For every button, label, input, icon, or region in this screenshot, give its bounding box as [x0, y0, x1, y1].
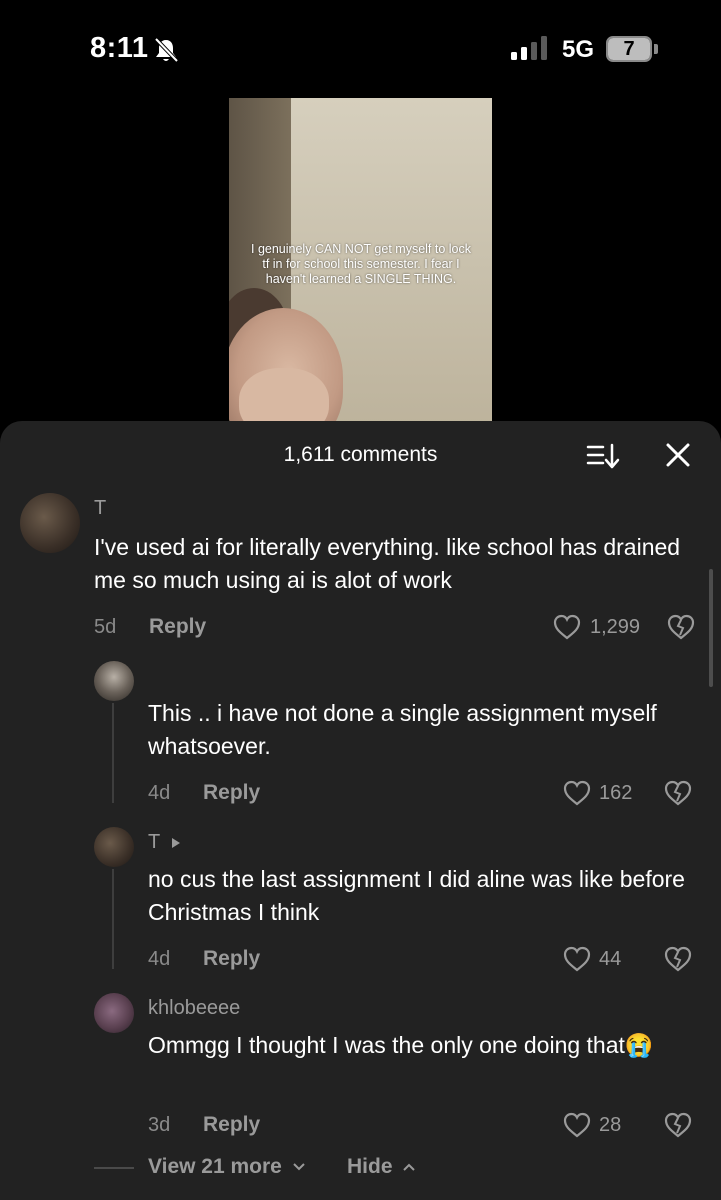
comment-text: Ommgg I thought I was the only one doing… — [148, 1029, 688, 1062]
reply-item: T no cus the last assignment I did aline… — [0, 827, 721, 977]
hide-replies-button[interactable]: Hide — [347, 1155, 416, 1179]
reply-button[interactable]: Reply — [203, 1113, 260, 1137]
avatar[interactable] — [20, 493, 80, 553]
view-more-replies-button[interactable]: View 21 more — [148, 1155, 306, 1179]
like-count: 162 — [599, 782, 633, 804]
view-more-divider — [94, 1167, 134, 1169]
avatar[interactable] — [94, 993, 134, 1033]
comment-text: I've used ai for literally everything. l… — [94, 534, 681, 593]
video-preview[interactable]: I genuinely CAN NOT get myself to lock t… — [229, 98, 492, 426]
reply-button[interactable]: Reply — [203, 947, 260, 971]
like-count: 44 — [599, 948, 622, 970]
like-count: 28 — [599, 1114, 622, 1136]
signal-strength-icon — [511, 36, 547, 60]
comment-username[interactable]: T — [94, 497, 106, 520]
view-more-label: View 21 more — [148, 1155, 282, 1178]
comment-text-body: Ommgg I thought I was the only one doing… — [148, 1032, 625, 1058]
reply-button[interactable]: Reply — [203, 781, 260, 805]
comment-age: 4d — [148, 948, 171, 970]
crying-emoji: 😭 — [624, 1032, 654, 1058]
video-hand — [239, 368, 329, 426]
dislike-icon[interactable] — [663, 945, 693, 973]
dislike-icon[interactable] — [663, 779, 693, 807]
clock: 8:11 — [90, 32, 149, 64]
comment-username[interactable]: khlobeeee — [148, 997, 240, 1020]
sort-icon[interactable] — [586, 441, 620, 471]
like-count: 1,299 — [590, 616, 641, 638]
bell-muted-icon — [154, 37, 179, 63]
reply-arrow-icon — [172, 838, 180, 848]
network-type: 5G — [562, 36, 595, 63]
avatar[interactable] — [94, 827, 134, 867]
comment-age: 5d — [94, 616, 117, 638]
close-icon[interactable] — [664, 441, 692, 469]
comments-header: 1,611 comments — [0, 421, 721, 491]
avatar[interactable] — [94, 661, 134, 701]
dislike-icon[interactable] — [666, 613, 696, 641]
heart-icon[interactable] — [562, 779, 592, 807]
battery-level: 7 — [623, 38, 635, 60]
comments-panel: 1,611 comments T I've used ai for litera… — [0, 421, 721, 1200]
chevron-down-icon — [292, 1163, 305, 1171]
dislike-icon[interactable] — [663, 1111, 693, 1139]
heart-icon[interactable] — [562, 1111, 592, 1139]
comment-item: T I've used ai for literally everything.… — [0, 493, 721, 653]
comment-age: 4d — [148, 782, 171, 804]
chevron-up-icon — [403, 1164, 416, 1172]
status-bar: 8:11 5G 7 — [0, 0, 721, 90]
reply-item: This .. i have not done a single assignm… — [0, 661, 721, 811]
hide-label: Hide — [347, 1155, 393, 1178]
heart-icon[interactable] — [552, 613, 582, 641]
reply-button[interactable]: Reply — [149, 615, 206, 639]
comment-username[interactable]: T — [148, 831, 160, 854]
heart-icon[interactable] — [562, 945, 592, 973]
comment-age: 3d — [148, 1114, 171, 1136]
video-caption: I genuinely CAN NOT get myself to lock t… — [251, 242, 471, 286]
comment-text: no cus the last assignment I did aline w… — [148, 866, 685, 925]
reply-item: khlobeeee Ommgg I thought I was the only… — [0, 993, 721, 1143]
comment-text: This .. i have not done a single assignm… — [148, 700, 657, 759]
battery-icon: 7 — [606, 36, 658, 62]
